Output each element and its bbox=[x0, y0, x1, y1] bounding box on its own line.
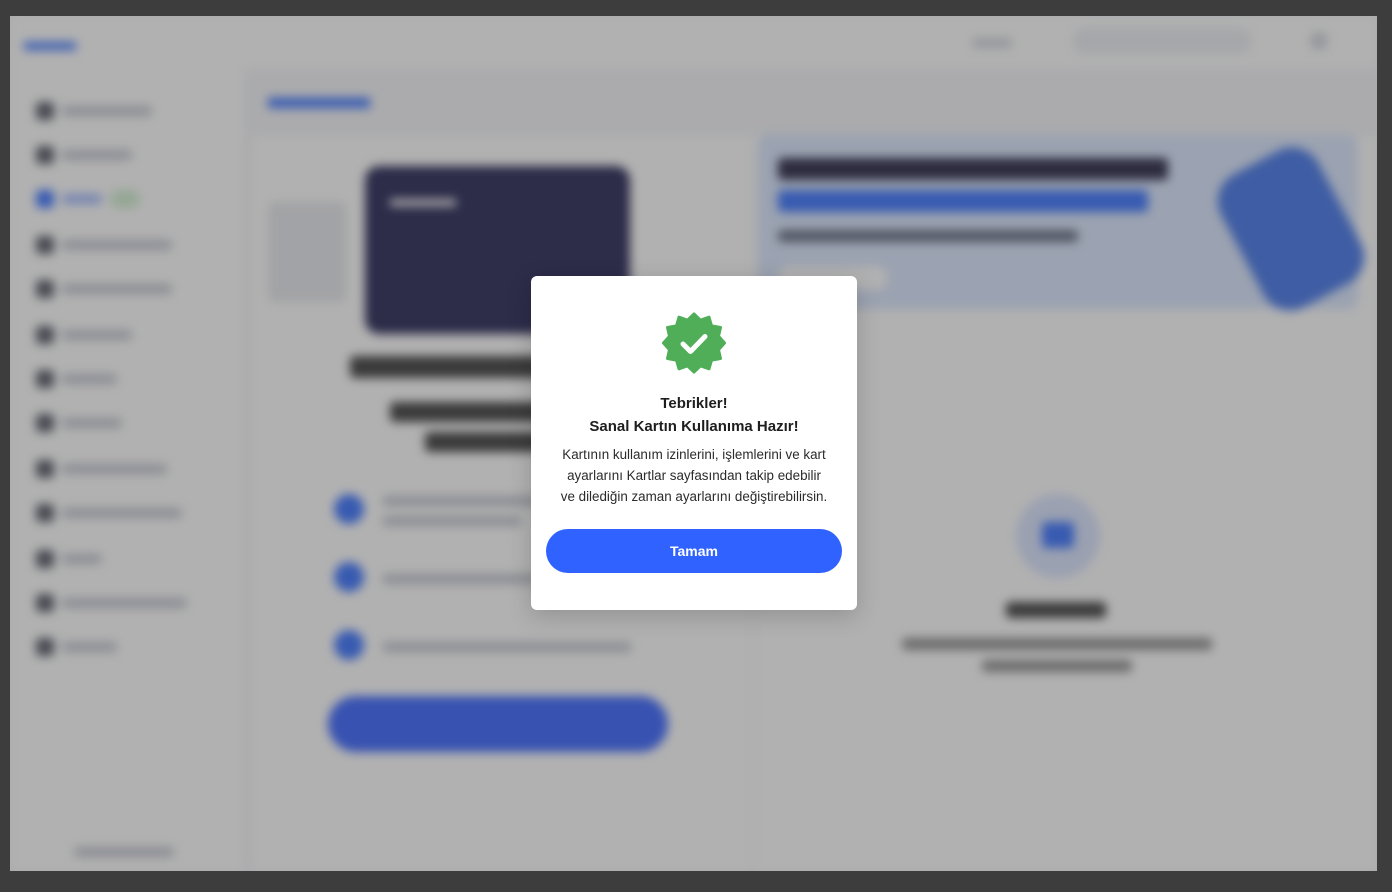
verified-badge-check-icon bbox=[662, 312, 726, 374]
success-dialog: Tebrikler! Sanal Kartın Kullanıma Hazır!… bbox=[531, 276, 857, 610]
dialog-message-line: Kartının kullanım izinlerini, işlemlerin… bbox=[562, 447, 826, 462]
dialog-message-line: ayarlarını Kartlar sayfasından takip ede… bbox=[567, 468, 821, 483]
dialog-title: Tebrikler! Sanal Kartın Kullanıma Hazır! bbox=[531, 392, 857, 438]
dialog-title-line: Sanal Kartın Kullanıma Hazır! bbox=[589, 418, 799, 435]
dialog-title-line: Tebrikler! bbox=[660, 395, 728, 412]
dialog-message: Kartının kullanım izinlerini, işlemlerin… bbox=[549, 444, 839, 507]
ok-button[interactable]: Tamam bbox=[546, 529, 842, 573]
dialog-message-line: ve dilediğin zaman ayarlarını değiştireb… bbox=[560, 489, 828, 504]
